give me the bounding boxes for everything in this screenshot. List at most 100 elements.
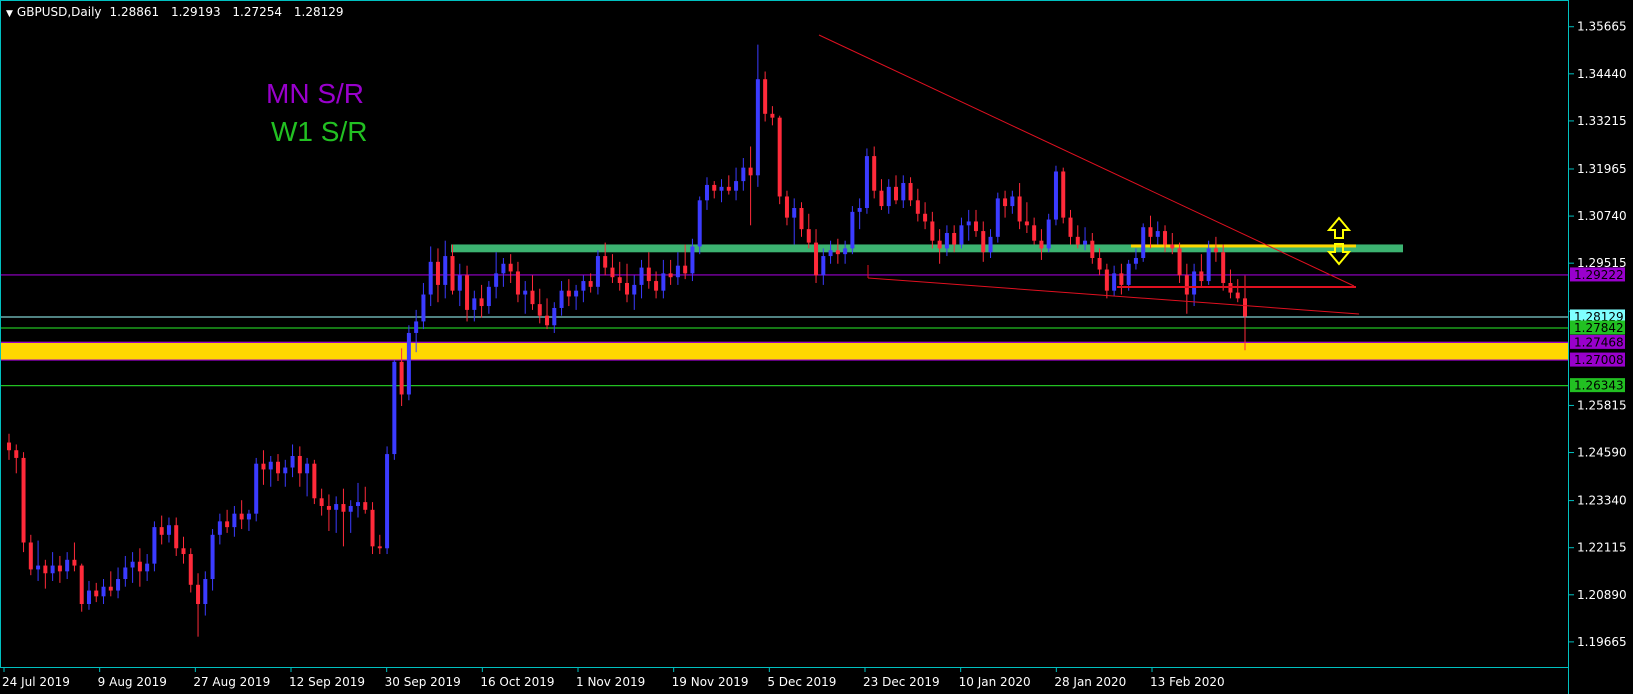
- y-tick-label: 1.25815: [1577, 398, 1627, 412]
- candle-body: [763, 79, 768, 114]
- price-chart[interactable]: 1.356651.344401.332151.319651.307401.295…: [0, 0, 1633, 694]
- low-value: 1.27254: [232, 5, 283, 19]
- candle-body: [610, 267, 615, 278]
- candle-body: [690, 246, 695, 274]
- candle-body: [523, 290, 528, 295]
- high-value: 1.29193: [170, 5, 221, 19]
- price-label-text: 1.27842: [1574, 321, 1624, 335]
- candle-body: [232, 513, 237, 528]
- candle-body: [625, 282, 629, 295]
- candle-body: [864, 156, 869, 209]
- y-tick-label: 1.20890: [1577, 588, 1627, 602]
- x-tick-label: 27 Aug 2019: [193, 675, 270, 689]
- symbol-timeframe: GBPUSD,Daily: [16, 5, 102, 19]
- candle-body: [973, 221, 978, 232]
- candle-body: [210, 534, 215, 580]
- candle-body: [203, 579, 208, 605]
- x-tick-label: 16 Oct 2019: [480, 675, 554, 689]
- price-label-text: 1.29222: [1574, 268, 1624, 282]
- candle-body: [239, 513, 244, 520]
- x-tick-label: 19 Nov 2019: [672, 675, 749, 689]
- y-tick-label: 1.35665: [1577, 20, 1627, 34]
- candle-body: [457, 275, 462, 291]
- candle-body: [1243, 298, 1247, 317]
- x-tick-label: 23 Dec 2019: [863, 675, 940, 689]
- candle-body: [661, 273, 666, 291]
- candle-body: [450, 256, 455, 291]
- candle-body: [421, 294, 426, 322]
- candle-body: [479, 298, 484, 307]
- candle-body: [341, 504, 346, 512]
- candle-body: [166, 525, 171, 535]
- candle-body: [1119, 273, 1124, 285]
- candle-body: [283, 467, 288, 474]
- candle-body: [334, 504, 339, 510]
- candle-body: [581, 281, 586, 291]
- dropdown-triangle-icon[interactable]: ▼: [6, 9, 13, 19]
- close-value: 1.28129: [293, 5, 344, 19]
- candle-body: [406, 332, 411, 395]
- candle-body: [363, 502, 368, 510]
- candle-body: [784, 196, 789, 218]
- price-label: 1.27468: [1570, 334, 1625, 349]
- candle-body: [1206, 248, 1211, 282]
- candle-body: [1075, 236, 1080, 245]
- candle-body: [1090, 240, 1095, 258]
- candle-body: [14, 450, 19, 458]
- candle-body: [1104, 269, 1109, 291]
- candle-body: [1133, 257, 1138, 264]
- x-tick-label: 5 Dec 2019: [767, 675, 836, 689]
- candle-body: [799, 208, 804, 230]
- candle-body: [843, 248, 848, 255]
- candle-body: [268, 461, 273, 470]
- candle: [1046, 213, 1051, 253]
- candle-body: [86, 590, 91, 605]
- candle-body: [21, 457, 26, 543]
- candle: [312, 459, 317, 505]
- candle: [385, 446, 390, 555]
- candle-body: [137, 561, 142, 572]
- x-tick-label: 9 Aug 2019: [98, 675, 167, 689]
- candle-body: [123, 567, 128, 580]
- candle: [1061, 167, 1066, 224]
- candle-body: [1083, 240, 1088, 245]
- candle-body: [1148, 227, 1153, 237]
- candle-body: [1039, 240, 1044, 249]
- candle-body: [603, 256, 608, 268]
- candle-body: [952, 232, 957, 245]
- candle-body: [305, 463, 310, 474]
- candle: [370, 502, 375, 555]
- y-tick-label: 1.24590: [1577, 446, 1627, 460]
- mn-sr-label[interactable]: MN S/R: [266, 78, 364, 110]
- candle-body: [254, 463, 259, 514]
- candle-body: [741, 167, 746, 182]
- candle-body: [821, 256, 826, 276]
- candle-body: [654, 281, 659, 291]
- candle-body: [435, 261, 440, 285]
- candle-body: [1126, 263, 1131, 285]
- candle-body: [28, 542, 33, 570]
- candle-body: [595, 256, 600, 287]
- candle-body: [319, 498, 324, 506]
- candle-body: [806, 229, 811, 243]
- x-tick-label: 13 Feb 2020: [1150, 675, 1225, 689]
- candle-body: [1192, 271, 1197, 295]
- candle-body: [159, 527, 164, 535]
- candle-body: [930, 221, 935, 241]
- candle-body: [94, 590, 99, 597]
- price-label-text: 1.27008: [1574, 353, 1624, 367]
- candle-body: [494, 273, 499, 287]
- price-label-text: 1.26343: [1574, 379, 1624, 393]
- candle-body: [552, 307, 557, 326]
- candle-body: [1170, 244, 1175, 249]
- candle-body: [1163, 231, 1168, 245]
- candle-body: [792, 208, 797, 218]
- candle-body: [196, 584, 201, 605]
- y-tick-label: 1.22115: [1577, 541, 1627, 555]
- candle-body: [545, 315, 550, 326]
- candle-body: [697, 200, 702, 247]
- candle-body: [857, 208, 862, 212]
- x-tick-label: 10 Jan 2020: [959, 675, 1031, 689]
- w1-sr-label[interactable]: W1 S/R: [271, 116, 367, 148]
- candle-body: [152, 527, 157, 564]
